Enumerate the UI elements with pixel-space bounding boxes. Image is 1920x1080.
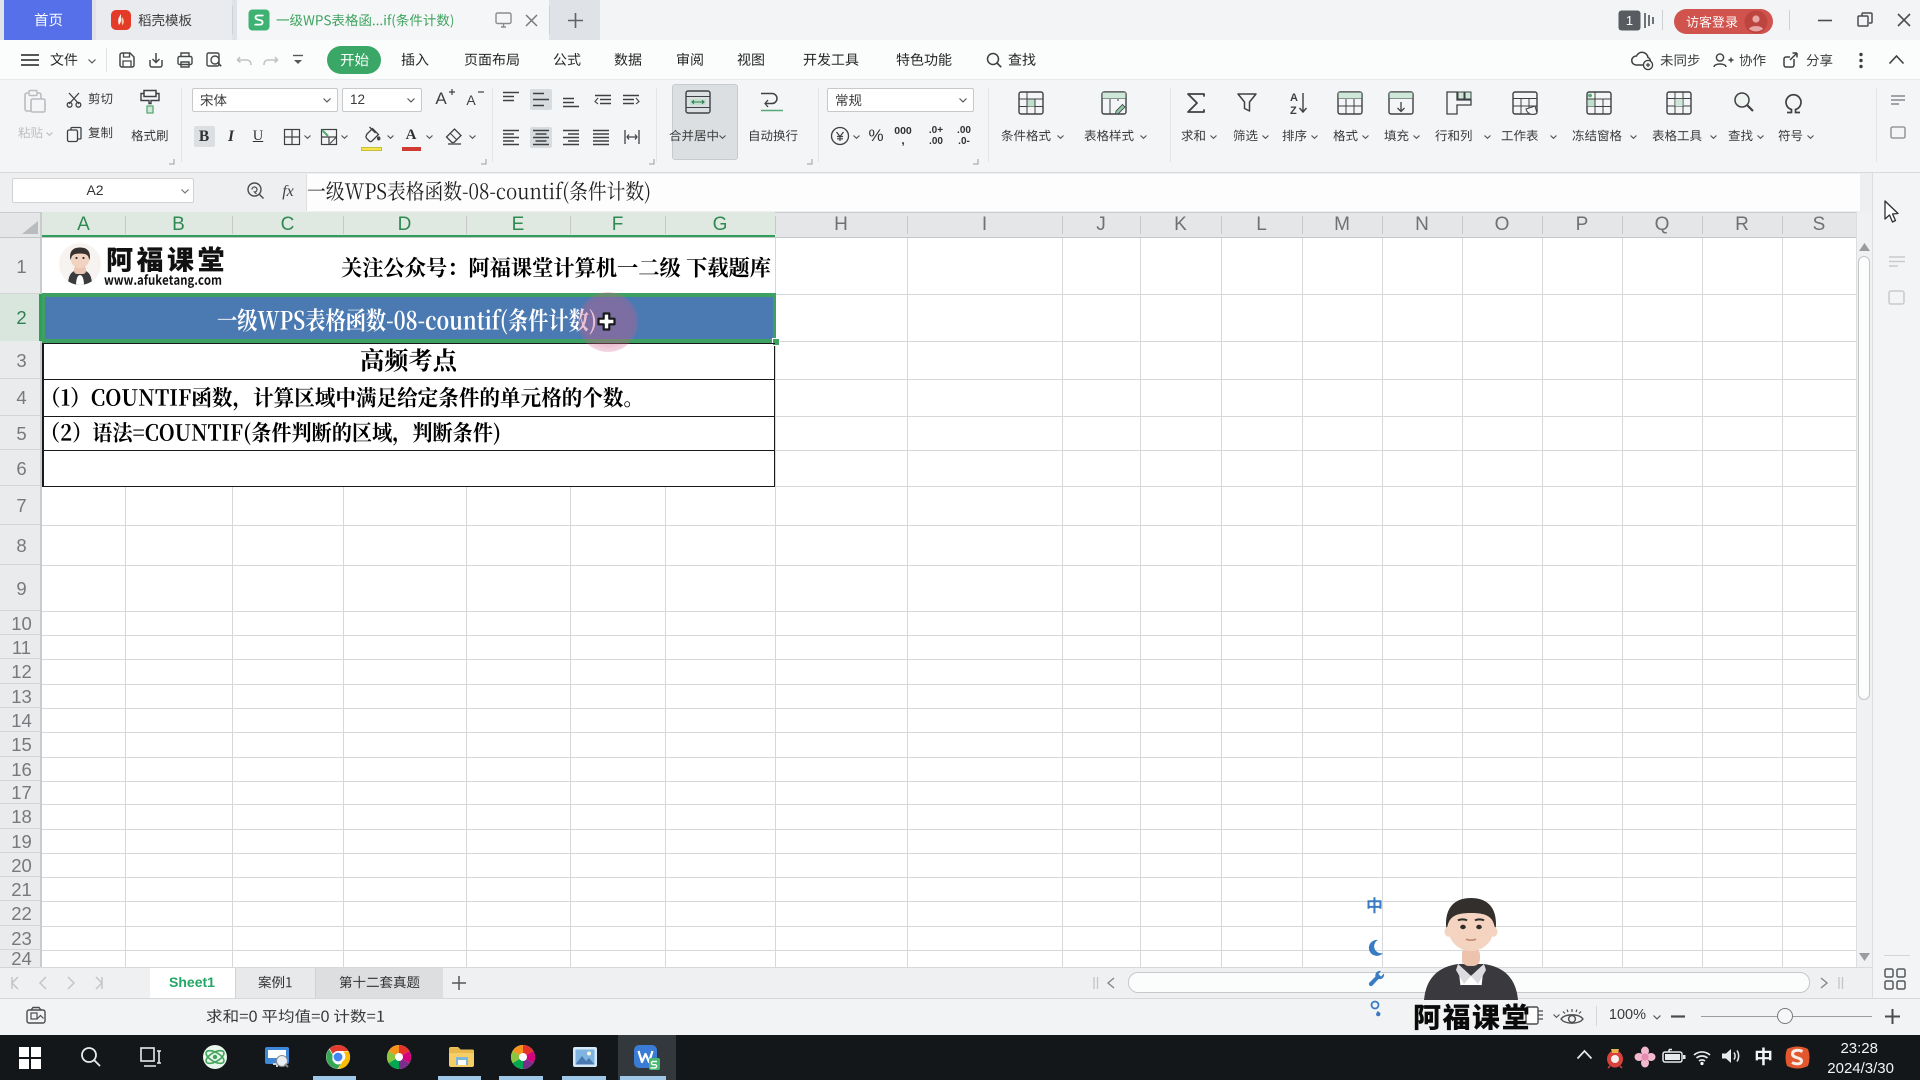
svg-text:Z: Z — [1290, 105, 1297, 117]
svg-text:A: A — [1290, 92, 1298, 104]
svg-text:1: 1 — [1626, 13, 1633, 28]
